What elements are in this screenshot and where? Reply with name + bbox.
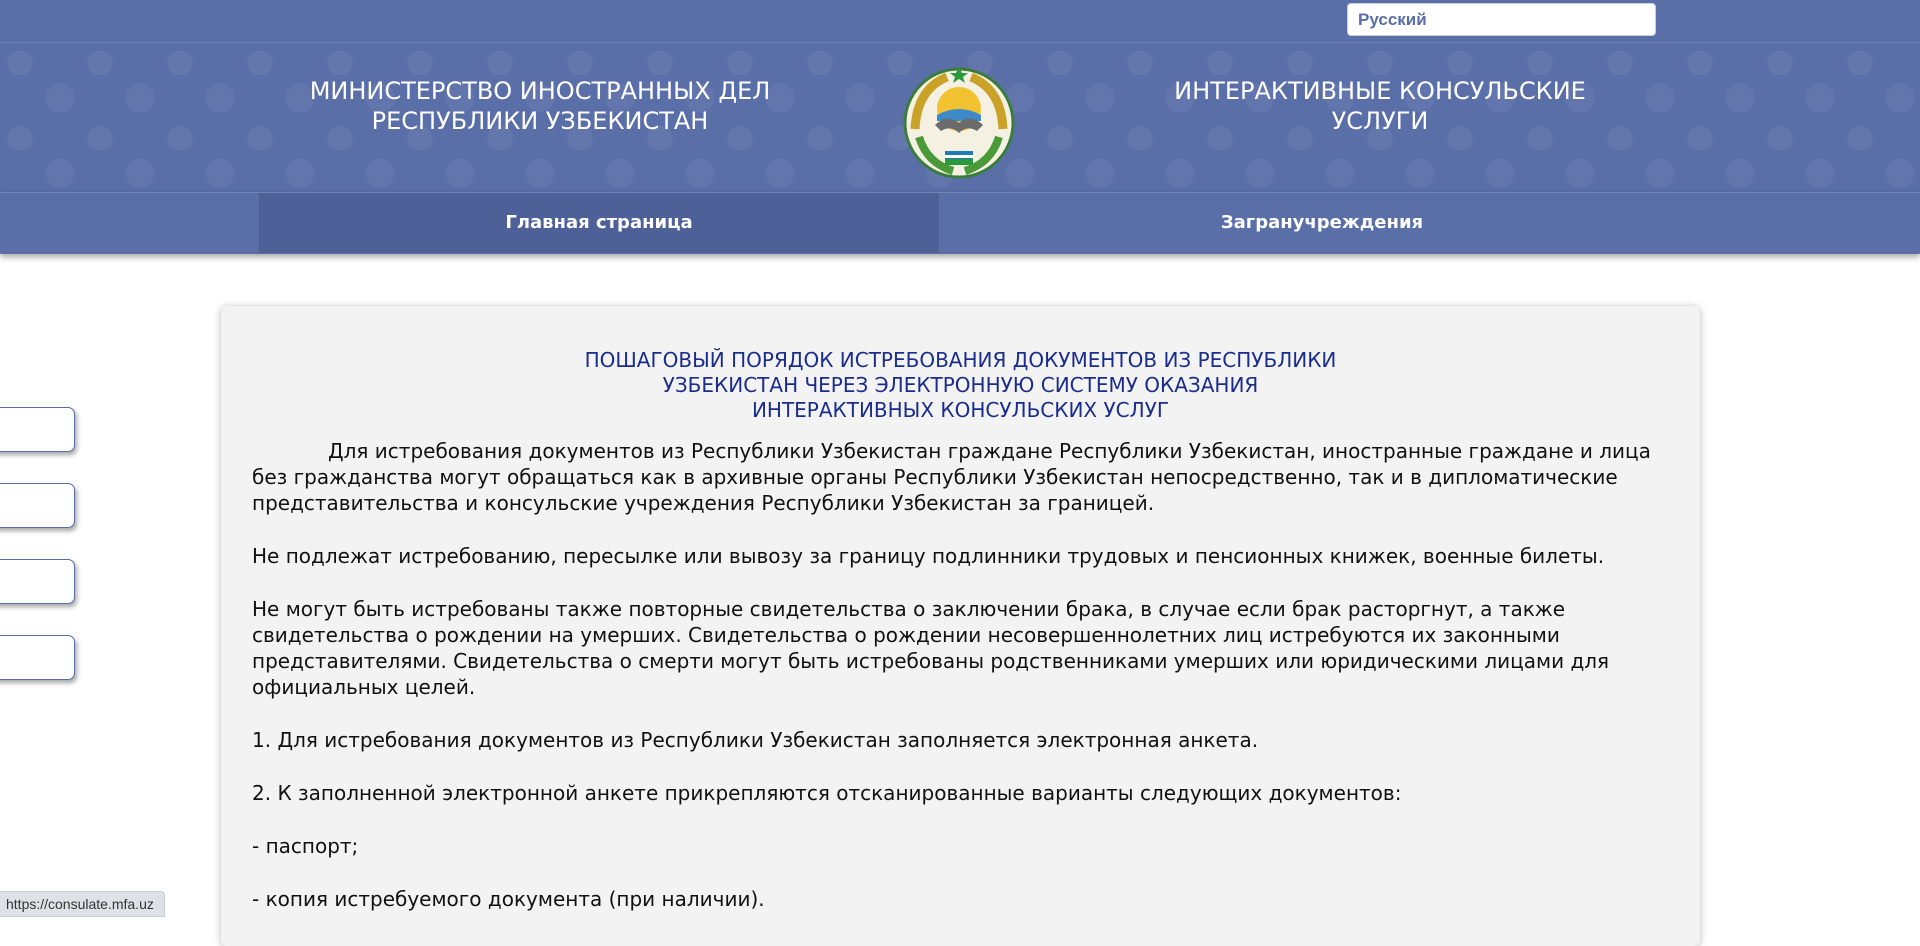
side-button-4[interactable] (0, 635, 75, 680)
list-item-document-copy: - копия истребуемого документа (при нали… (252, 887, 765, 911)
site-header: МИНИСТЕРСТВО ИНОСТРАННЫХ ДЕЛ РЕСПУБЛИКИ … (0, 42, 1920, 192)
language-select[interactable]: Русский (1347, 3, 1656, 36)
ministry-title-line1: МИНИСТЕРСТВО ИНОСТРАННЫХ ДЕЛ (309, 77, 771, 105)
nav-item-home[interactable]: Главная страница (259, 193, 939, 253)
content-card: ПОШАГОВЫЙ ПОРЯДОК ИСТРЕБОВАНИЯ ДОКУМЕНТО… (221, 306, 1700, 946)
paragraph-intro: Для истребования документов из Республик… (252, 439, 1651, 515)
side-button-1[interactable] (0, 407, 75, 452)
step-2: 2. К заполненной электронной анкете прик… (252, 781, 1402, 805)
status-bar-url: https://consulate.mfa.uz (0, 891, 165, 917)
page-title-line3: ИНТЕРАКТИВНЫХ КОНСУЛЬСКИХ УСЛУГ (751, 398, 1170, 422)
service-title: ИНТЕРАКТИВНЫЕ КОНСУЛЬСКИЕ УСЛУГИ (1120, 76, 1640, 136)
paragraph-certificates: Не могут быть истребованы также повторны… (252, 597, 1610, 699)
page-title-line1: ПОШАГОВЫЙ ПОРЯДОК ИСТРЕБОВАНИЯ ДОКУМЕНТО… (584, 348, 1337, 372)
side-button-2[interactable] (0, 483, 75, 528)
page-title-line2: УЗБЕКИСТАН ЧЕРЕЗ ЭЛЕКТРОННУЮ СИСТЕМУ ОКА… (662, 373, 1259, 397)
service-title-line2: УСЛУГИ (1331, 107, 1429, 135)
step-1: 1. Для истребования документов из Респуб… (252, 728, 1259, 752)
service-title-line1: ИНТЕРАКТИВНЫЕ КОНСУЛЬСКИЕ (1174, 77, 1586, 105)
ministry-title: МИНИСТЕРСТВО ИНОСТРАННЫХ ДЕЛ РЕСПУБЛИКИ … (280, 76, 800, 136)
paragraph-restrictions: Не подлежат истребованию, пересылке или … (252, 544, 1605, 568)
content-body: Для истребования документов из Республик… (252, 438, 1672, 939)
page-title: ПОШАГОВЫЙ ПОРЯДОК ИСТРЕБОВАНИЯ ДОКУМЕНТО… (221, 348, 1700, 423)
list-item-passport: - паспорт; (252, 834, 359, 858)
ministry-title-line2: РЕСПУБЛИКИ УЗБЕКИСТАН (371, 107, 709, 135)
uzbekistan-emblem-icon[interactable] (897, 59, 1021, 183)
top-bar: Русский (0, 0, 1920, 42)
side-button-3[interactable] (0, 559, 75, 604)
nav-item-embassies[interactable]: Загранучреждения (982, 193, 1662, 253)
main-nav: Главная страница Загранучреждения (0, 192, 1920, 254)
